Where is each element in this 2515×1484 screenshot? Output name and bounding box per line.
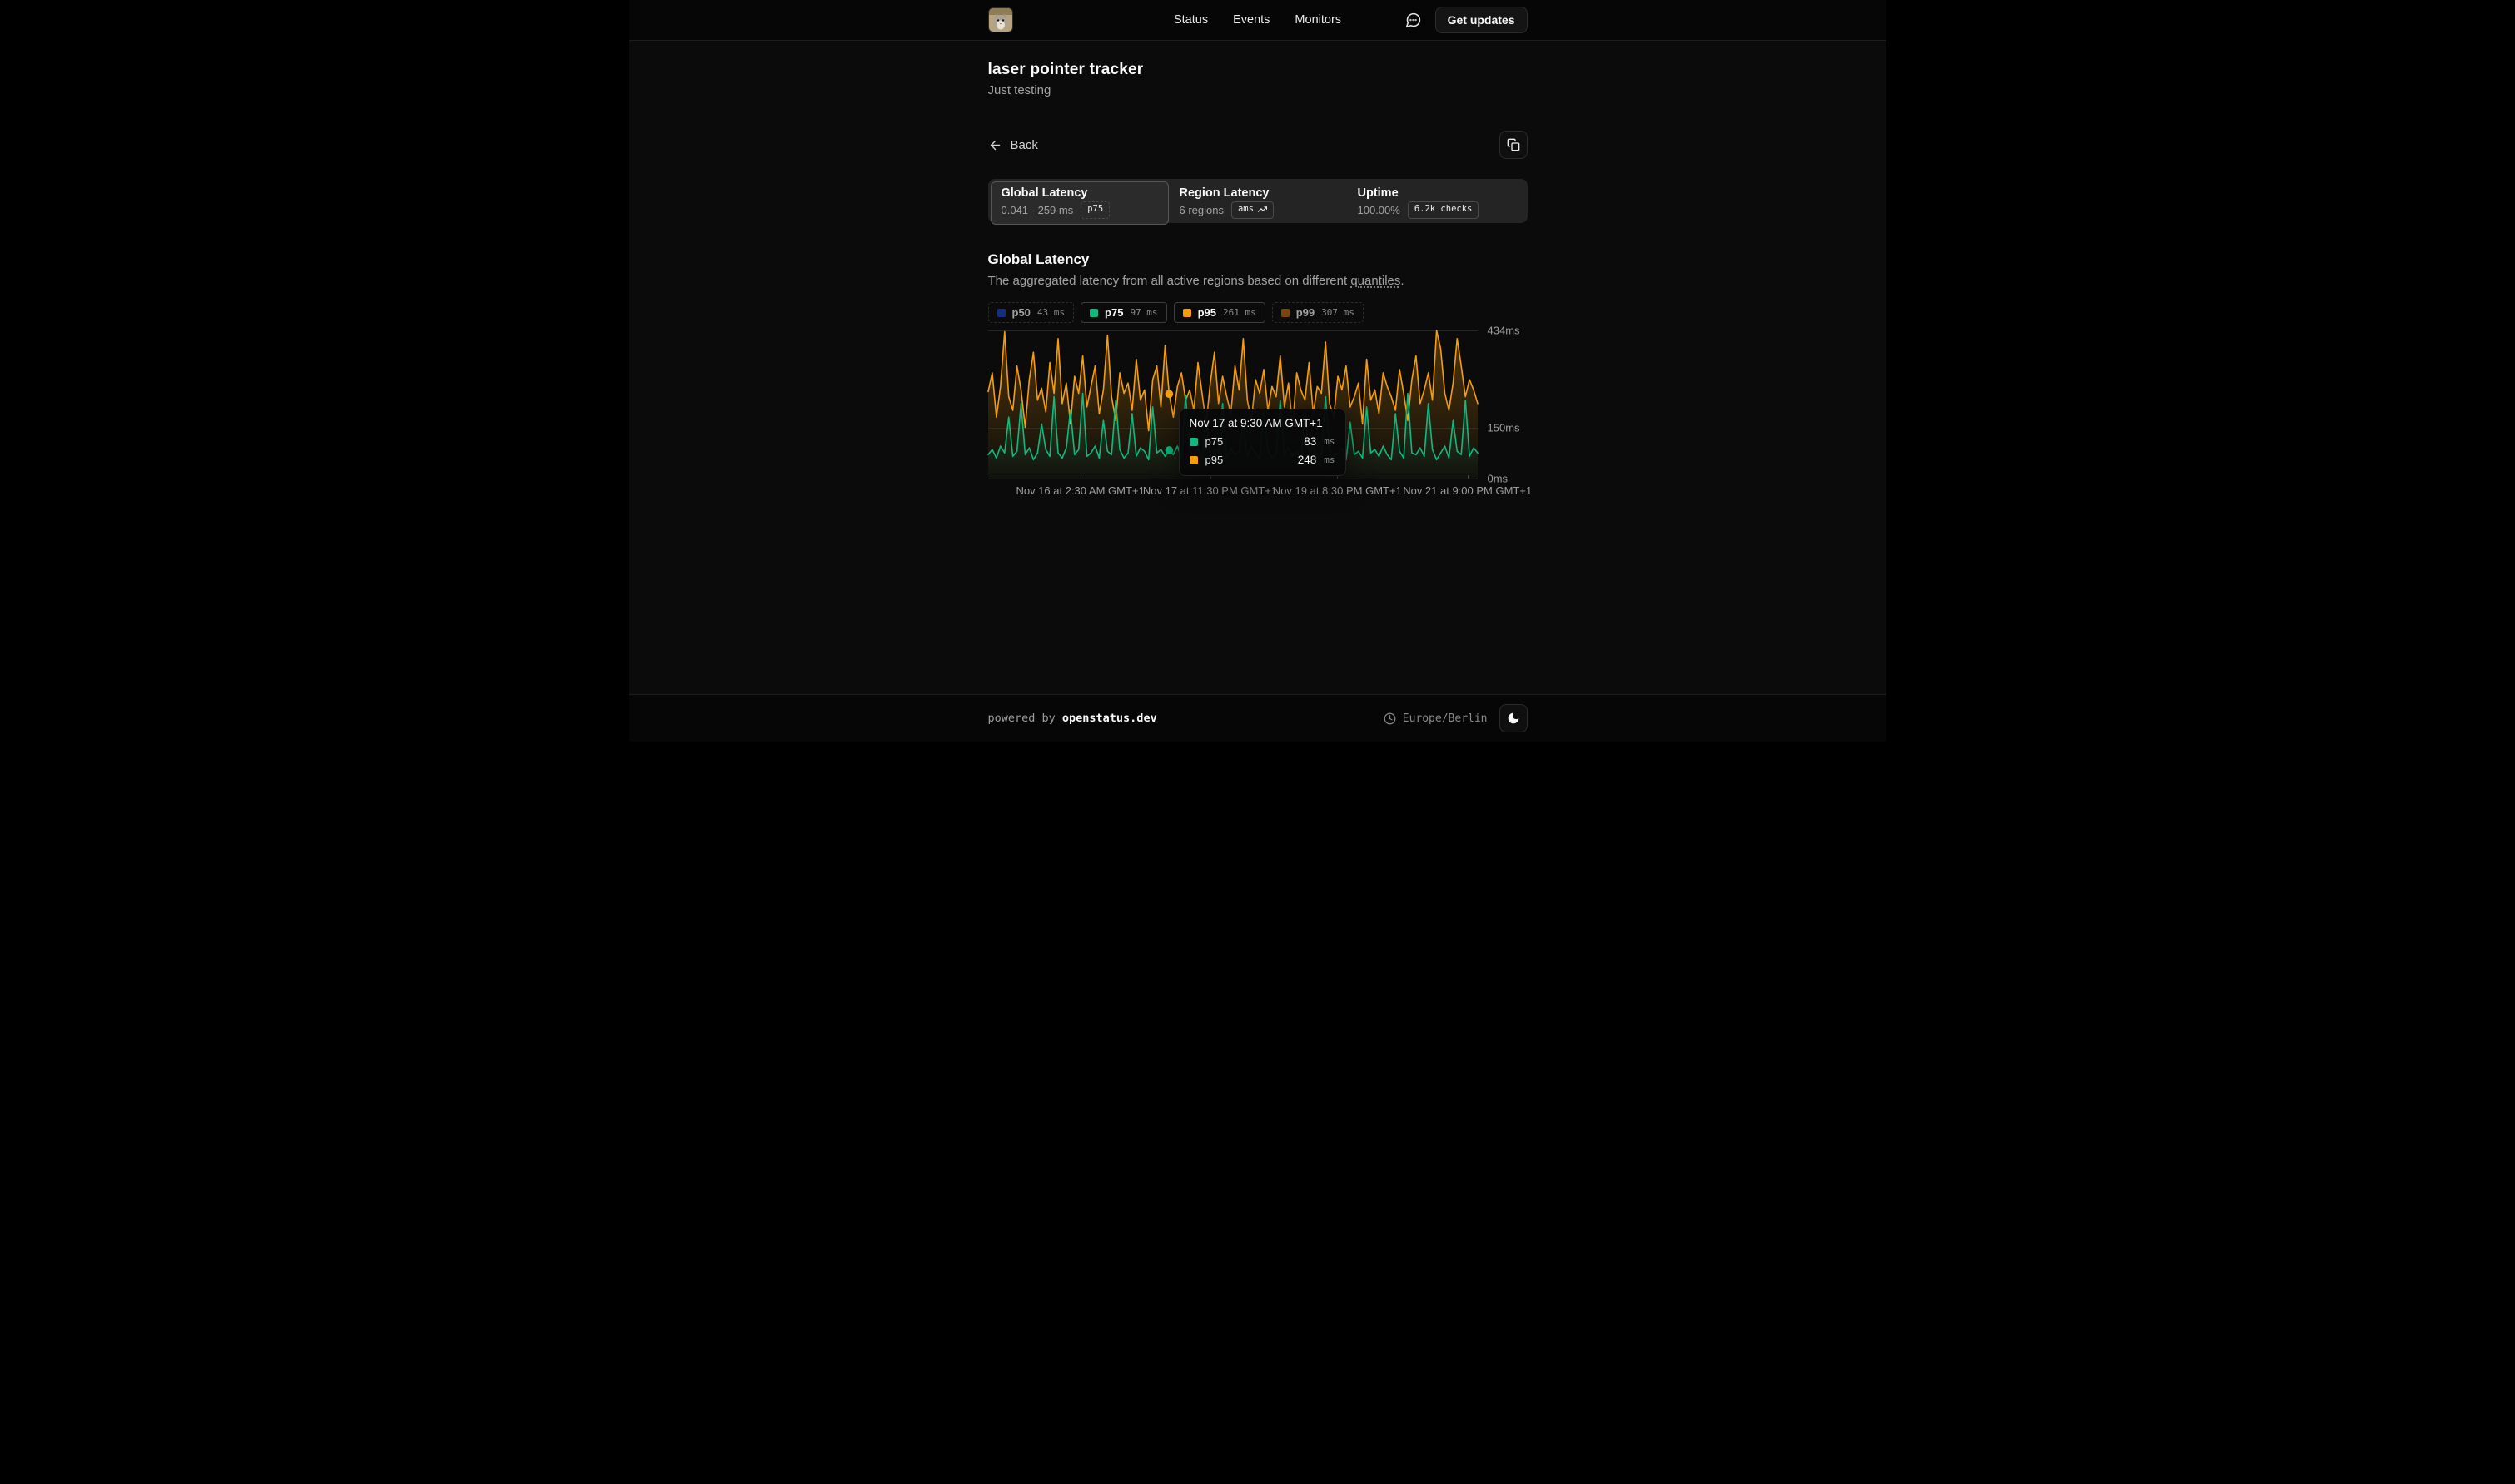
main-content: laser pointer tracker Just testing Back	[988, 61, 1528, 509]
nav-events[interactable]: Events	[1233, 13, 1270, 27]
p75-swatch	[1090, 309, 1098, 317]
tooltip-series-label: p95	[1205, 454, 1224, 466]
y-axis-label: 0ms	[1488, 473, 1509, 485]
legend-toggle-p95[interactable]: p95 261 ms	[1174, 302, 1265, 323]
tooltip-timestamp: Nov 17 at 9:30 AM GMT+1	[1190, 417, 1335, 429]
trending-up-icon	[1258, 205, 1267, 214]
timezone-label: Europe/Berlin	[1403, 712, 1488, 725]
legend-value: 261 ms	[1223, 307, 1256, 318]
clock-icon	[1384, 712, 1396, 725]
theme-toggle-button[interactable]	[1499, 704, 1528, 732]
tooltip-series-label: p75	[1205, 435, 1224, 448]
powered-by-text: powered by openstatus.dev	[988, 712, 1157, 725]
timezone-display: Europe/Berlin	[1384, 712, 1488, 725]
y-axis: 434ms 150ms 0ms	[1488, 330, 1538, 479]
legend-value: 43 ms	[1037, 307, 1065, 318]
legend-value: 307 ms	[1321, 307, 1354, 318]
tooltip-value: 248	[1298, 454, 1317, 466]
tab-subtitle: 6 regions	[1180, 204, 1224, 216]
checks-badge: 6.2k checks	[1408, 201, 1479, 219]
section-description: The aggregated latency from all active r…	[988, 274, 1528, 288]
page-title: laser pointer tracker	[988, 61, 1528, 79]
x-axis-label: Nov 21 at 9:00 PM GMT+1	[1403, 484, 1532, 497]
region-badge: ams	[1231, 201, 1274, 219]
tab-title: Uptime	[1358, 186, 1514, 200]
back-link[interactable]: Back	[988, 138, 1038, 152]
tab-region-latency[interactable]: Region Latency 6 regions ams	[1169, 181, 1347, 225]
tooltip-row-p75: p75 83 ms	[1190, 435, 1335, 448]
latency-chart[interactable]: Nov 16 at 2:30 AM GMT+1 Nov 17 at 11:30 …	[988, 330, 1528, 509]
nav-status[interactable]: Status	[1174, 13, 1208, 27]
p95-swatch	[1190, 456, 1198, 464]
legend-label: p50	[1012, 306, 1031, 319]
p50-swatch	[997, 309, 1006, 317]
footer: powered by openstatus.dev Europe/Berlin	[629, 694, 1886, 742]
p99-swatch	[1281, 309, 1290, 317]
x-axis-label: Nov 16 at 2:30 AM GMT+1	[1016, 484, 1144, 497]
feedback-button[interactable]	[1403, 10, 1424, 31]
y-axis-label: 150ms	[1488, 421, 1520, 434]
tab-global-latency[interactable]: Global Latency 0.041 - 259 ms p75	[991, 181, 1169, 225]
status-page: Status Events Monitors Get updates	[629, 0, 1886, 742]
legend-label: p75	[1105, 306, 1123, 319]
tab-subtitle: 100.00%	[1358, 204, 1400, 216]
x-tick	[1468, 475, 1469, 479]
x-axis-label: Nov 17 at 11:30 PM GMT+1	[1143, 484, 1277, 497]
tooltip-unit: ms	[1324, 454, 1335, 465]
legend-toggle-p75[interactable]: p75 97 ms	[1081, 302, 1167, 323]
main-nav: Status Events Monitors	[1174, 13, 1341, 27]
legend-toggle-p50[interactable]: p50 43 ms	[988, 302, 1075, 323]
get-updates-button[interactable]: Get updates	[1435, 7, 1528, 33]
legend-label: p99	[1296, 306, 1315, 319]
tooltip-value: 83	[1304, 435, 1316, 448]
legend-value: 97 ms	[1130, 307, 1157, 318]
openstatus-link[interactable]: openstatus.dev	[1062, 712, 1157, 725]
quantiles-link[interactable]: quantiles	[1350, 274, 1400, 288]
speech-bubble-icon	[1404, 12, 1422, 29]
tab-subtitle: 0.041 - 259 ms	[1002, 204, 1074, 216]
copy-link-button[interactable]	[1499, 131, 1528, 159]
tooltip-row-p95: p95 248 ms	[1190, 454, 1335, 466]
legend-toggle-p99[interactable]: p99 307 ms	[1272, 302, 1364, 323]
back-label: Back	[1011, 138, 1038, 152]
page-subtitle: Just testing	[988, 83, 1528, 97]
y-axis-label: 434ms	[1488, 325, 1520, 337]
legend-label: p95	[1198, 306, 1216, 319]
chart-tooltip: Nov 17 at 9:30 AM GMT+1 p75 83 ms p95 24…	[1179, 409, 1346, 476]
p95-swatch	[1183, 309, 1191, 317]
metric-tabs: Global Latency 0.041 - 259 ms p75 Region…	[988, 179, 1528, 223]
cat-avatar-graphic	[989, 8, 1012, 32]
nav-monitors[interactable]: Monitors	[1295, 13, 1341, 27]
tab-uptime[interactable]: Uptime 100.00% 6.2k checks	[1347, 181, 1525, 225]
tab-title: Region Latency	[1180, 186, 1336, 200]
navbar: Status Events Monitors Get updates	[629, 0, 1886, 41]
chart-plot-area: Nov 16 at 2:30 AM GMT+1 Nov 17 at 11:30 …	[988, 330, 1478, 479]
chart-legend: p50 43 ms p75 97 ms p95 261 ms p99 307 m…	[988, 302, 1528, 323]
moon-icon	[1507, 712, 1520, 725]
copy-icon	[1507, 138, 1520, 151]
quantile-badge: p75	[1081, 201, 1110, 219]
section-heading: Global Latency	[988, 251, 1528, 268]
x-axis-label: Nov 19 at 8:30 PM GMT+1	[1273, 484, 1402, 497]
p75-swatch	[1190, 438, 1198, 446]
tab-title: Global Latency	[1002, 186, 1158, 200]
arrow-left-icon	[988, 138, 1002, 152]
logo-cat-image[interactable]	[988, 7, 1013, 32]
tooltip-unit: ms	[1324, 436, 1335, 447]
